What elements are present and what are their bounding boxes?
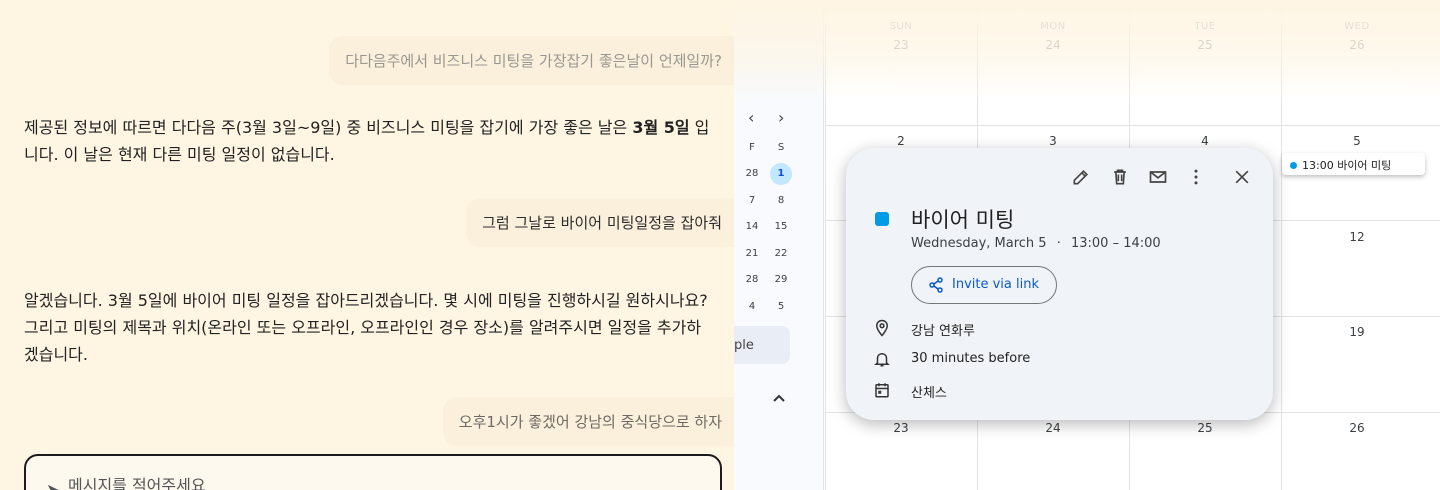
- mini-day[interactable]: 28: [739, 269, 765, 291]
- send-arrow-icon[interactable]: ➤: [46, 480, 59, 490]
- weekday-header: MON: [1040, 21, 1066, 32]
- mini-day[interactable]: 15: [768, 216, 794, 238]
- event-datetime: Wednesday, March 5 · 13:00 – 14:00: [911, 236, 1161, 251]
- mini-day[interactable]: 14: [739, 216, 765, 238]
- previous-month-icon[interactable]: ‹: [748, 108, 754, 127]
- day-number[interactable]: 4: [1129, 134, 1281, 148]
- day-number[interactable]: 24: [977, 38, 1129, 52]
- mini-day[interactable]: 21: [739, 243, 765, 265]
- event-location: 강남 연화루: [911, 324, 975, 339]
- mini-day[interactable]: 5: [768, 296, 794, 318]
- highlighted-date: 3월 5일: [632, 118, 690, 137]
- event-date: Wednesday, March 5: [911, 236, 1047, 251]
- mini-day[interactable]: 4: [739, 296, 765, 318]
- next-month-icon[interactable]: ›: [778, 108, 784, 127]
- more-options-button[interactable]: [1183, 164, 1209, 190]
- weekday-header: WED: [1344, 21, 1370, 32]
- delete-icon: [1114, 169, 1126, 185]
- weekday-header: S: [777, 142, 785, 153]
- datetime-separator: ·: [1056, 236, 1061, 251]
- more-options-icon: [1194, 169, 1198, 185]
- message-input-box[interactable]: ➤: [24, 454, 722, 490]
- search-people-field[interactable]: ple: [734, 326, 790, 364]
- day-number[interactable]: 25: [1129, 38, 1281, 52]
- assistant-message-text: 겠습니다.: [24, 345, 88, 364]
- event-chip-label: 13:00 바이어 미팅: [1302, 159, 1392, 172]
- event-color-square: [875, 212, 889, 226]
- chevron-up-icon[interactable]: [772, 392, 786, 406]
- day-number[interactable]: 23: [825, 38, 977, 52]
- chat-panel: 다다음주에서 비즈니스 미팅을 가장잡기 좋은날이 언제일까? 제공된 정보에 …: [0, 0, 734, 490]
- day-number[interactable]: 19: [1281, 325, 1433, 339]
- user-message: 다다음주에서 비즈니스 미팅을 가장잡기 좋은날이 언제일까?: [329, 36, 734, 85]
- close-popup-button[interactable]: [1229, 164, 1255, 190]
- day-number[interactable]: 3: [977, 134, 1129, 148]
- event-calendar-name: 산체스: [911, 386, 947, 401]
- email-icon: [1149, 171, 1167, 183]
- day-number[interactable]: 12: [1281, 230, 1433, 244]
- search-people-label: ple: [734, 338, 754, 353]
- share-icon: [929, 277, 943, 293]
- edit-icon: [1073, 169, 1089, 185]
- event-title: 바이어 미팅: [911, 208, 1015, 232]
- event-time: 13:00 – 14:00: [1070, 236, 1161, 251]
- mini-day[interactable]: 7: [739, 190, 765, 212]
- mini-day-selected[interactable]: 1: [770, 163, 792, 185]
- email-guests-button[interactable]: [1145, 164, 1171, 190]
- day-number[interactable]: 24: [977, 421, 1129, 435]
- edit-event-button[interactable]: [1068, 164, 1094, 190]
- day-number[interactable]: 26: [1281, 38, 1433, 52]
- assistant-message-text: 그리고 미팅의 제목과 위치(온라인 또는 오프라인, 오프라인인 경우 장소)…: [24, 318, 702, 337]
- day-number[interactable]: 25: [1129, 421, 1281, 435]
- event-detail-popup: 바이어 미팅 Wednesday, March 5 · 13:00 – 14:0…: [846, 148, 1273, 420]
- mini-day[interactable]: 28: [739, 163, 765, 185]
- weekday-header: TUE: [1194, 21, 1216, 32]
- message-input[interactable]: [68, 476, 668, 490]
- calendar-event-chip[interactable]: 13:00 바이어 미팅: [1282, 153, 1425, 175]
- event-color-dot: [1290, 162, 1297, 169]
- event-reminder: 30 minutes before: [911, 351, 1031, 366]
- user-message: 오후1시가 좋겠어 강남의 중식당으로 하자: [442, 397, 734, 446]
- calendar-icon: [875, 383, 889, 398]
- assistant-message: 알겠습니다. 3월 5일에 바이어 미팅 일정을 잡아드리겠습니다. 몇 시에 …: [24, 287, 724, 368]
- mini-calendar: ‹ › F S 28 1 7 8 14 15 21 22 28 29 4 5: [734, 0, 824, 490]
- assistant-message-text: 입: [689, 118, 710, 137]
- mini-day[interactable]: 8: [768, 190, 794, 212]
- mini-day[interactable]: 29: [768, 269, 794, 291]
- weekday-header: SUN: [889, 21, 913, 32]
- delete-event-button[interactable]: [1107, 164, 1133, 190]
- close-icon: [1235, 170, 1249, 184]
- assistant-message-text: 니다. 이 날은 현재 다른 미팅 일정이 없습니다.: [24, 145, 335, 164]
- assistant-message-text: 제공된 정보에 따르면 다다음 주(3월 3일~9일) 중 비즈니스 미팅을 잡…: [24, 118, 633, 137]
- location-icon: [875, 319, 889, 337]
- user-message: 그럼 그날로 바이어 미팅일정을 잡아줘: [466, 198, 734, 247]
- bell-icon: [874, 352, 890, 367]
- invite-via-link-button[interactable]: Invite via link: [911, 266, 1057, 304]
- day-number[interactable]: 23: [825, 421, 977, 435]
- day-number[interactable]: 2: [825, 134, 977, 148]
- mini-day[interactable]: 22: [768, 243, 794, 265]
- day-number[interactable]: 26: [1281, 421, 1433, 435]
- assistant-message-text: 알겠습니다. 3월 5일에 바이어 미팅 일정을 잡아드리겠습니다. 몇 시에 …: [24, 291, 708, 310]
- day-number[interactable]: 5: [1281, 134, 1433, 148]
- assistant-message: 제공된 정보에 따르면 다다음 주(3월 3일~9일) 중 비즈니스 미팅을 잡…: [24, 114, 724, 168]
- weekday-header: F: [749, 142, 755, 153]
- invite-label: Invite via link: [952, 277, 1040, 292]
